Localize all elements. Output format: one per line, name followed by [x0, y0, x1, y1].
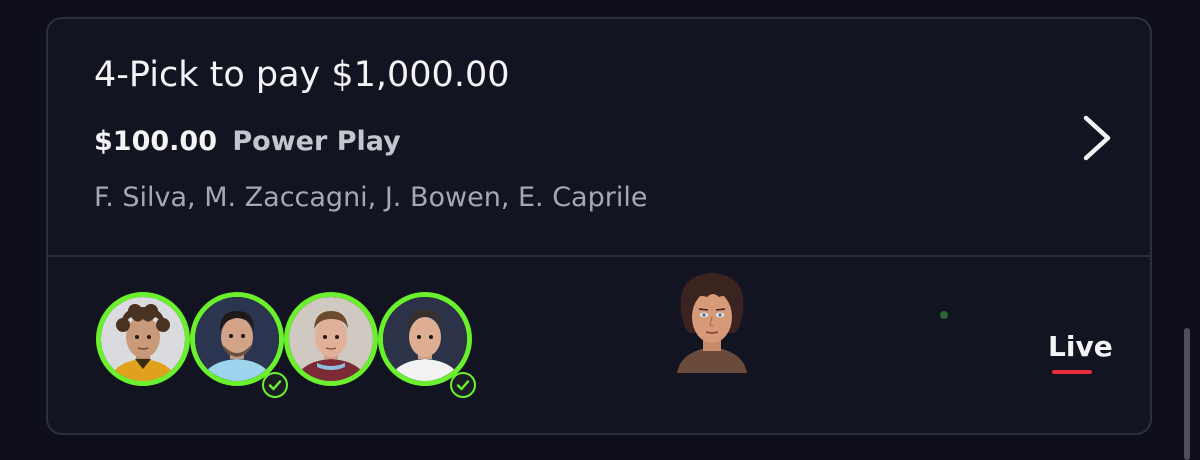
check-circle-icon	[450, 372, 476, 398]
entry-amount: $100.00	[94, 126, 217, 157]
entry-play-type: Power Play	[232, 126, 401, 157]
player-avatars	[96, 292, 476, 402]
chevron-right-icon[interactable]	[1080, 114, 1114, 162]
check-circle-icon	[262, 372, 288, 398]
entry-subtitle: $100.00 Power Play	[94, 126, 401, 157]
live-indicator	[1052, 370, 1092, 374]
status-dot	[940, 311, 948, 319]
player-avatar-silva	[96, 292, 190, 386]
card-divider	[48, 255, 1150, 257]
player-avatar-bowen	[284, 292, 378, 386]
status-badge: Live	[1048, 330, 1113, 363]
portrait-illustration	[677, 273, 747, 373]
entry-title: 4-Pick to pay $1,000.00	[94, 55, 510, 95]
entry-players: F. Silva, M. Zaccagni, J. Bowen, E. Capr…	[94, 182, 648, 213]
entry-card[interactable]: 4-Pick to pay $1,000.00 $100.00 Power Pl…	[46, 17, 1152, 435]
scrollbar[interactable]	[1184, 328, 1190, 460]
